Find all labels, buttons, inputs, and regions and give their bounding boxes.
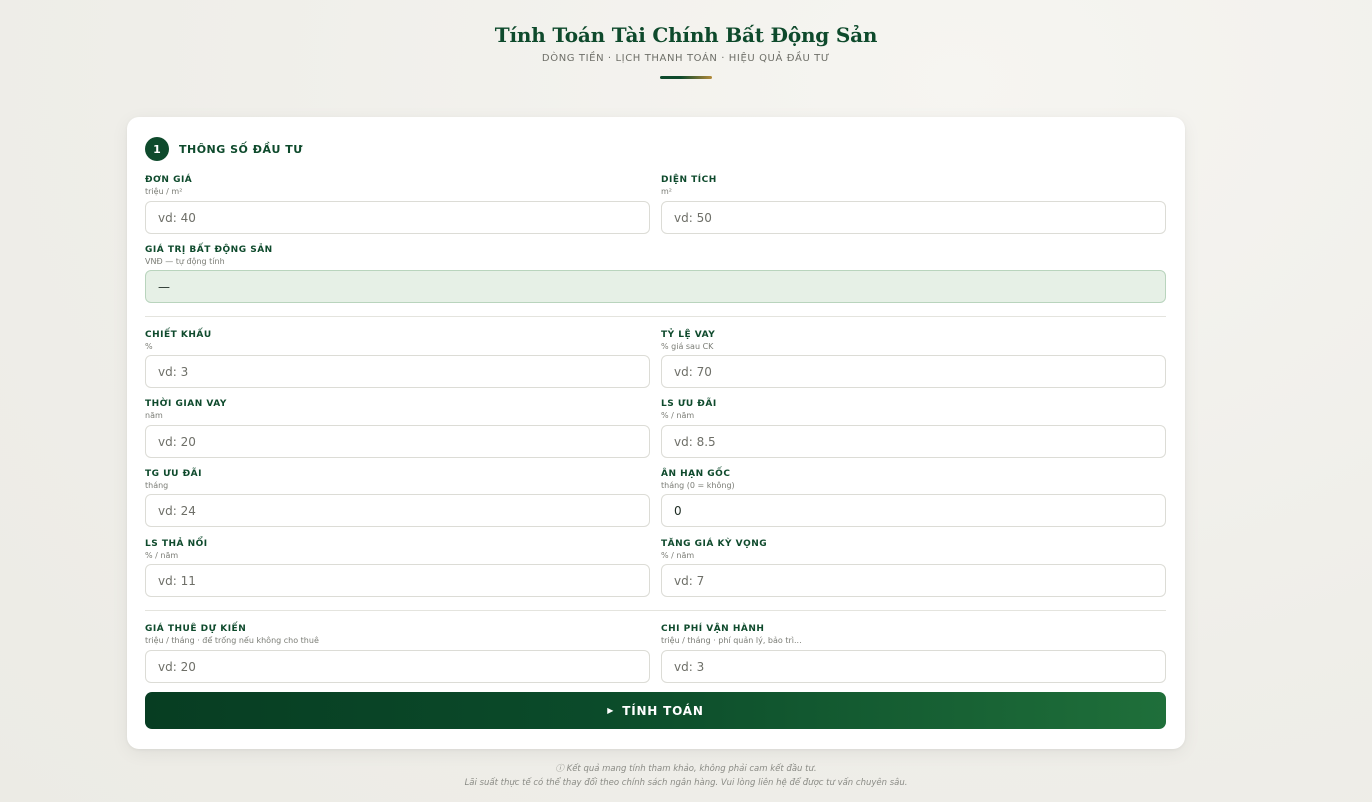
ls-tha-noi-input[interactable] bbox=[145, 564, 650, 597]
tg-uu-dai-hint: tháng bbox=[145, 481, 169, 490]
dien-tich-label: DIỆN TÍCH bbox=[661, 175, 717, 185]
ls-uu-dai-label: LS ƯU ĐÃI bbox=[661, 399, 717, 409]
field-tang-gia: TĂNG GIÁ KỲ VỌNG % / năm bbox=[661, 538, 1166, 598]
gia-tri-hint: VNĐ — tự động tính bbox=[145, 257, 225, 266]
chi-phi-hint: triệu / tháng · phí quản lý, bảo trì... bbox=[661, 636, 802, 645]
tg-uu-dai-label: TG ƯU ĐÃI bbox=[145, 469, 202, 479]
chiet-khau-hint: % bbox=[145, 342, 153, 351]
ls-tha-noi-label: LS THẢ NỔI bbox=[145, 539, 208, 549]
field-thoi-gian-vay: THỜI GIAN VAY năm bbox=[145, 398, 650, 458]
disclaimer-line-1: ⓘ Kết quả mang tính tham khảo, không phả… bbox=[555, 764, 817, 774]
investment-form-card: 1 THÔNG SỐ ĐẦU TƯ ĐƠN GIÁ triệu / m² DIỆ… bbox=[127, 117, 1185, 749]
play-icon: ▶ bbox=[607, 706, 615, 715]
ls-tha-noi-hint: % / năm bbox=[145, 551, 179, 560]
thoi-gian-vay-hint: năm bbox=[145, 411, 163, 420]
dien-tich-hint: m² bbox=[661, 187, 672, 196]
field-chiet-khau: CHIẾT KHẤU % bbox=[145, 329, 650, 389]
ls-uu-dai-hint: % / năm bbox=[661, 411, 695, 420]
an-han-goc-label: ÂN HẠN GỐC bbox=[661, 469, 731, 479]
chiet-khau-label: CHIẾT KHẤU bbox=[145, 330, 212, 340]
gia-thue-hint: triệu / tháng · để trống nếu không cho t… bbox=[145, 636, 319, 645]
ty-le-vay-hint: % giá sau CK bbox=[661, 342, 714, 351]
ty-le-vay-input[interactable] bbox=[661, 355, 1166, 388]
field-ls-tha-noi: LS THẢ NỔI % / năm bbox=[145, 538, 650, 598]
page-subtitle: DÒNG TIỀN · LỊCH THANH TOÁN · HIỆU QUẢ Đ… bbox=[541, 53, 831, 64]
tg-uu-dai-input[interactable] bbox=[145, 494, 650, 527]
section-title: THÔNG SỐ ĐẦU TƯ bbox=[179, 142, 303, 156]
field-an-han-goc: ÂN HẠN GỐC tháng (0 = không) bbox=[661, 468, 1166, 528]
chi-phi-input[interactable] bbox=[661, 650, 1166, 683]
dien-tich-input[interactable] bbox=[661, 201, 1166, 234]
an-han-goc-hint: tháng (0 = không) bbox=[661, 481, 735, 490]
calculate-button-label: TÍNH TOÁN bbox=[622, 703, 704, 718]
field-ls-uu-dai: LS ƯU ĐÃI % / năm bbox=[661, 398, 1166, 458]
don-gia-hint: triệu / m² bbox=[145, 187, 183, 196]
field-chi-phi: CHI PHÍ VẬN HÀNH triệu / tháng · phí quả… bbox=[661, 623, 1166, 683]
don-gia-input[interactable] bbox=[145, 201, 650, 234]
disclaimer: ⓘ Kết quả mang tính tham khảo, không phả… bbox=[0, 762, 1372, 790]
tang-gia-input[interactable] bbox=[661, 564, 1166, 597]
field-gia-thue: GIÁ THUÊ DỰ KIẾN triệu / tháng · để trốn… bbox=[145, 623, 650, 683]
chiet-khau-input[interactable] bbox=[145, 355, 650, 388]
step-badge: 1 bbox=[145, 137, 169, 161]
calculate-button[interactable]: ▶ TÍNH TOÁN bbox=[145, 692, 1166, 729]
thoi-gian-vay-input[interactable] bbox=[145, 425, 650, 458]
tang-gia-label: TĂNG GIÁ KỲ VỌNG bbox=[661, 539, 768, 549]
divider bbox=[145, 316, 1166, 317]
ty-le-vay-label: TỶ LỆ VAY bbox=[661, 330, 716, 340]
field-gia-tri: GIÁ TRỊ BẤT ĐỘNG SẢN VNĐ — tự động tính bbox=[145, 244, 1166, 304]
field-ty-le-vay: TỶ LỆ VAY % giá sau CK bbox=[661, 329, 1166, 389]
page-header: Tính Toán Tài Chính Bất Động Sản DÒNG TI… bbox=[0, 22, 1372, 79]
gia-thue-label: GIÁ THUÊ DỰ KIẾN bbox=[145, 624, 247, 634]
gia-thue-input[interactable] bbox=[145, 650, 650, 683]
chi-phi-label: CHI PHÍ VẬN HÀNH bbox=[661, 624, 765, 634]
field-dien-tich: DIỆN TÍCH m² bbox=[661, 174, 1166, 234]
ls-uu-dai-input[interactable] bbox=[661, 425, 1166, 458]
divider bbox=[145, 610, 1166, 611]
disclaimer-line-2: Lãi suất thực tế có thể thay đổi theo ch… bbox=[464, 778, 908, 788]
gia-tri-label: GIÁ TRỊ BẤT ĐỘNG SẢN bbox=[145, 245, 273, 255]
field-tg-uu-dai: TG ƯU ĐÃI tháng bbox=[145, 468, 650, 528]
don-gia-label: ĐƠN GIÁ bbox=[145, 175, 193, 185]
title-underline bbox=[660, 76, 712, 79]
section-header: 1 THÔNG SỐ ĐẦU TƯ bbox=[145, 137, 303, 161]
an-han-goc-input[interactable] bbox=[661, 494, 1166, 527]
tang-gia-hint: % / năm bbox=[661, 551, 695, 560]
gia-tri-output bbox=[145, 270, 1166, 303]
thoi-gian-vay-label: THỜI GIAN VAY bbox=[145, 399, 227, 409]
page-title: Tính Toán Tài Chính Bất Động Sản bbox=[494, 23, 878, 47]
field-don-gia: ĐƠN GIÁ triệu / m² bbox=[145, 174, 650, 234]
